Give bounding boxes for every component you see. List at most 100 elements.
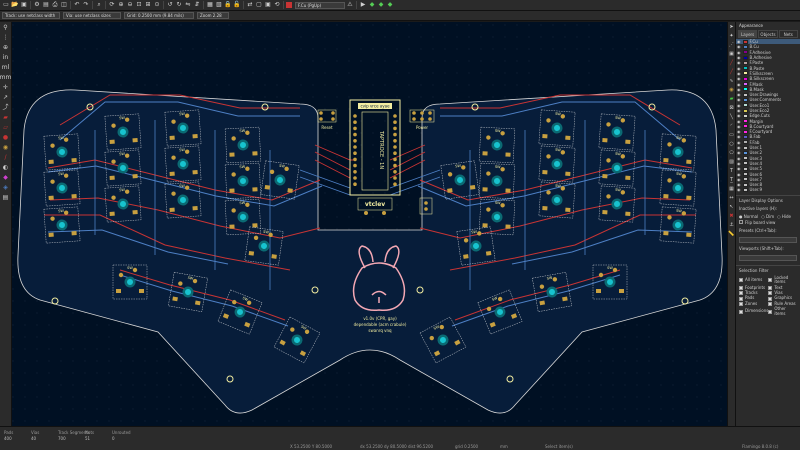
- filter-checkbox[interactable]: [739, 278, 743, 283]
- draw-arc-icon[interactable]: ◜: [728, 122, 735, 130]
- filter-checkbox[interactable]: [768, 291, 773, 296]
- layer-color-swatch[interactable]: [742, 187, 748, 192]
- tab-nets[interactable]: Nets: [778, 30, 798, 38]
- track-width-select[interactable]: Track: use netclass width: [2, 12, 60, 19]
- group-icon[interactable]: ▦: [206, 1, 214, 9]
- layer-color-swatch[interactable]: [742, 177, 748, 182]
- select-icon[interactable]: ➤: [728, 23, 735, 31]
- visibility-eye-icon[interactable]: ◉: [737, 66, 741, 71]
- zone-fill-icon[interactable]: ▰: [1, 113, 10, 122]
- visibility-eye-icon[interactable]: ◉: [737, 161, 741, 166]
- visibility-eye-icon[interactable]: ◉: [737, 172, 741, 177]
- cursor-icon[interactable]: ✛: [1, 83, 10, 92]
- filter-checkbox[interactable]: [768, 286, 773, 291]
- anchor-icon[interactable]: ⚓: [728, 221, 735, 229]
- measure-icon[interactable]: 📏: [728, 230, 735, 238]
- undo-icon[interactable]: ↶: [73, 1, 81, 9]
- visibility-eye-icon[interactable]: ◉: [737, 108, 741, 113]
- track-fill-icon[interactable]: /: [1, 153, 10, 162]
- layer-color-swatch[interactable]: [742, 166, 748, 171]
- layer-color-swatch[interactable]: [742, 108, 748, 113]
- rotate-ccw-icon[interactable]: ↺: [166, 1, 174, 9]
- layer-color-swatch[interactable]: [742, 119, 748, 124]
- visibility-eye-icon[interactable]: ◉: [737, 39, 741, 44]
- filter-item[interactable]: All items: [739, 276, 768, 286]
- viewports-select[interactable]: [739, 254, 797, 261]
- visibility-eye-icon[interactable]: ◉: [737, 187, 741, 192]
- unlock-icon[interactable]: 🔓: [233, 1, 241, 9]
- zoom-out-icon[interactable]: ⊖: [126, 1, 134, 9]
- layer-color-swatch[interactable]: [742, 150, 748, 155]
- tune-length-icon[interactable]: ∿: [728, 77, 735, 85]
- add-textbox-icon[interactable]: T̲: [728, 176, 735, 184]
- layer-color-swatch[interactable]: [742, 129, 748, 134]
- visibility-eye-icon[interactable]: ◉: [737, 156, 741, 161]
- high-contrast-icon[interactable]: ◐: [1, 163, 10, 172]
- layer-color-swatch[interactable]: [742, 124, 748, 129]
- draw-line-icon[interactable]: ╲: [728, 113, 735, 121]
- add-via-icon[interactable]: ◉: [728, 86, 735, 94]
- add-zone-icon[interactable]: ▰: [728, 95, 735, 103]
- layer-color-swatch[interactable]: [742, 82, 748, 87]
- grid-toggle-icon[interactable]: ⋮: [1, 33, 10, 42]
- layer-color-swatch[interactable]: [742, 39, 748, 44]
- print-icon[interactable]: ⎙: [51, 1, 59, 9]
- visibility-eye-icon[interactable]: ◉: [737, 182, 741, 187]
- layer-color-swatch[interactable]: [742, 113, 748, 118]
- layer-color-swatch[interactable]: [742, 92, 748, 97]
- presets-select[interactable]: [739, 236, 797, 243]
- dimension-icon[interactable]: ↔: [728, 194, 735, 202]
- filter-item[interactable]: Zones: [739, 301, 768, 307]
- display-options-header[interactable]: Layer Display Options: [736, 194, 800, 206]
- netlist-icon[interactable]: ⇄: [246, 1, 254, 9]
- layer-color-swatch[interactable]: [742, 140, 748, 145]
- page-settings-icon[interactable]: ▤: [42, 1, 50, 9]
- board-setup-icon[interactable]: ⚙: [33, 1, 41, 9]
- visibility-eye-icon[interactable]: ◉: [737, 119, 741, 124]
- visibility-eye-icon[interactable]: ◉: [737, 140, 741, 145]
- plot-icon[interactable]: ◫: [60, 1, 68, 9]
- plugin-icon[interactable]: ◆: [377, 1, 385, 9]
- net-color-icon[interactable]: ◆: [1, 173, 10, 182]
- mirror-icon[interactable]: ⇵: [193, 1, 201, 9]
- new-file-icon[interactable]: ▭: [2, 1, 10, 9]
- layer-row[interactable]: ◉ User.9: [736, 187, 800, 192]
- visibility-eye-icon[interactable]: ◉: [737, 166, 741, 171]
- layer-color-swatch[interactable]: [742, 71, 748, 76]
- visibility-eye-icon[interactable]: ◉: [737, 129, 741, 134]
- refresh-icon[interactable]: ⟳: [108, 1, 116, 9]
- redo-icon[interactable]: ↷: [82, 1, 90, 9]
- radio-hide[interactable]: ○ Hide: [777, 214, 791, 219]
- visibility-eye-icon[interactable]: ◉: [737, 103, 741, 108]
- layer-color-swatch[interactable]: [742, 87, 748, 92]
- visibility-eye-icon[interactable]: ◉: [737, 150, 741, 155]
- local-ratsnest-icon[interactable]: ⋰: [728, 41, 735, 49]
- layer-pair-icon[interactable]: [286, 2, 292, 8]
- visibility-eye-icon[interactable]: ◉: [737, 60, 741, 65]
- add-text-icon[interactable]: T: [728, 167, 735, 175]
- grid-select[interactable]: Grid: 0.2500 mm (9.84 mils): [124, 12, 194, 19]
- layer-color-swatch[interactable]: [742, 50, 748, 55]
- visibility-eye-icon[interactable]: ◉: [737, 87, 741, 92]
- layer-color-swatch[interactable]: [742, 145, 748, 150]
- filter-item[interactable]: Locked items: [768, 275, 797, 286]
- filter-checkbox[interactable]: [768, 309, 773, 314]
- search-icon[interactable]: ⌕: [95, 1, 103, 9]
- radio-dim[interactable]: ○ Dim: [761, 214, 774, 219]
- filter-checkbox[interactable]: [739, 286, 743, 291]
- visibility-eye-icon[interactable]: ◉: [737, 145, 741, 150]
- pad-fill-icon[interactable]: ●: [1, 133, 10, 142]
- layer-color-swatch[interactable]: [742, 161, 748, 166]
- visibility-eye-icon[interactable]: ◉: [737, 55, 741, 60]
- draw-rect-icon[interactable]: ▭: [728, 131, 735, 139]
- flip-board-row[interactable]: Flip board view: [736, 219, 800, 226]
- filter-checkbox[interactable]: [768, 278, 773, 283]
- route-track-icon[interactable]: ╱: [728, 59, 735, 67]
- visibility-eye-icon[interactable]: ◉: [737, 71, 741, 76]
- layer-color-swatch[interactable]: [742, 182, 748, 187]
- filter-checkbox[interactable]: [768, 296, 773, 301]
- update-pcb-icon[interactable]: ⟲: [273, 1, 281, 9]
- zone-outline-icon[interactable]: ▱: [1, 123, 10, 132]
- visibility-eye-icon[interactable]: ◉: [737, 50, 741, 55]
- zoom-objects-icon[interactable]: ⊞: [144, 1, 152, 9]
